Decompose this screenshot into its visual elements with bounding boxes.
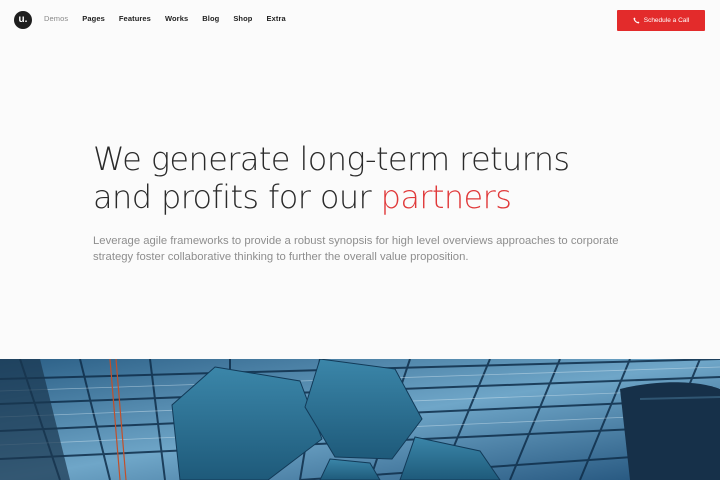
- hero-title: We generate long-term returns and profit…: [93, 140, 653, 216]
- top-navigation: u. Demos Pages Features Works Blog Shop …: [0, 0, 720, 40]
- hero-banner-image: [0, 359, 720, 480]
- hero-title-line1: We generate long-term returns: [93, 140, 570, 178]
- nav-item-blog[interactable]: Blog: [202, 14, 219, 23]
- architecture-photo: [0, 359, 720, 480]
- brand-logo[interactable]: u.: [14, 11, 32, 29]
- nav-item-shop[interactable]: Shop: [233, 14, 252, 23]
- main-menu: Demos Pages Features Works Blog Shop Ext…: [44, 14, 300, 23]
- hero-title-line2: and profits for our: [93, 178, 381, 216]
- nav-item-extra[interactable]: Extra: [266, 14, 285, 23]
- hero-title-accent: partners: [380, 178, 512, 216]
- hero-subtitle: Leverage agile frameworks to provide a r…: [93, 235, 619, 263]
- schedule-call-label: Schedule a Call: [643, 17, 690, 24]
- nav-item-demos[interactable]: Demos: [44, 14, 68, 23]
- nav-item-features[interactable]: Features: [119, 14, 151, 23]
- nav-item-works[interactable]: Works: [165, 14, 188, 23]
- schedule-call-button[interactable]: Schedule a Call: [617, 10, 705, 31]
- nav-item-pages[interactable]: Pages: [82, 14, 105, 23]
- phone-icon: [633, 17, 640, 24]
